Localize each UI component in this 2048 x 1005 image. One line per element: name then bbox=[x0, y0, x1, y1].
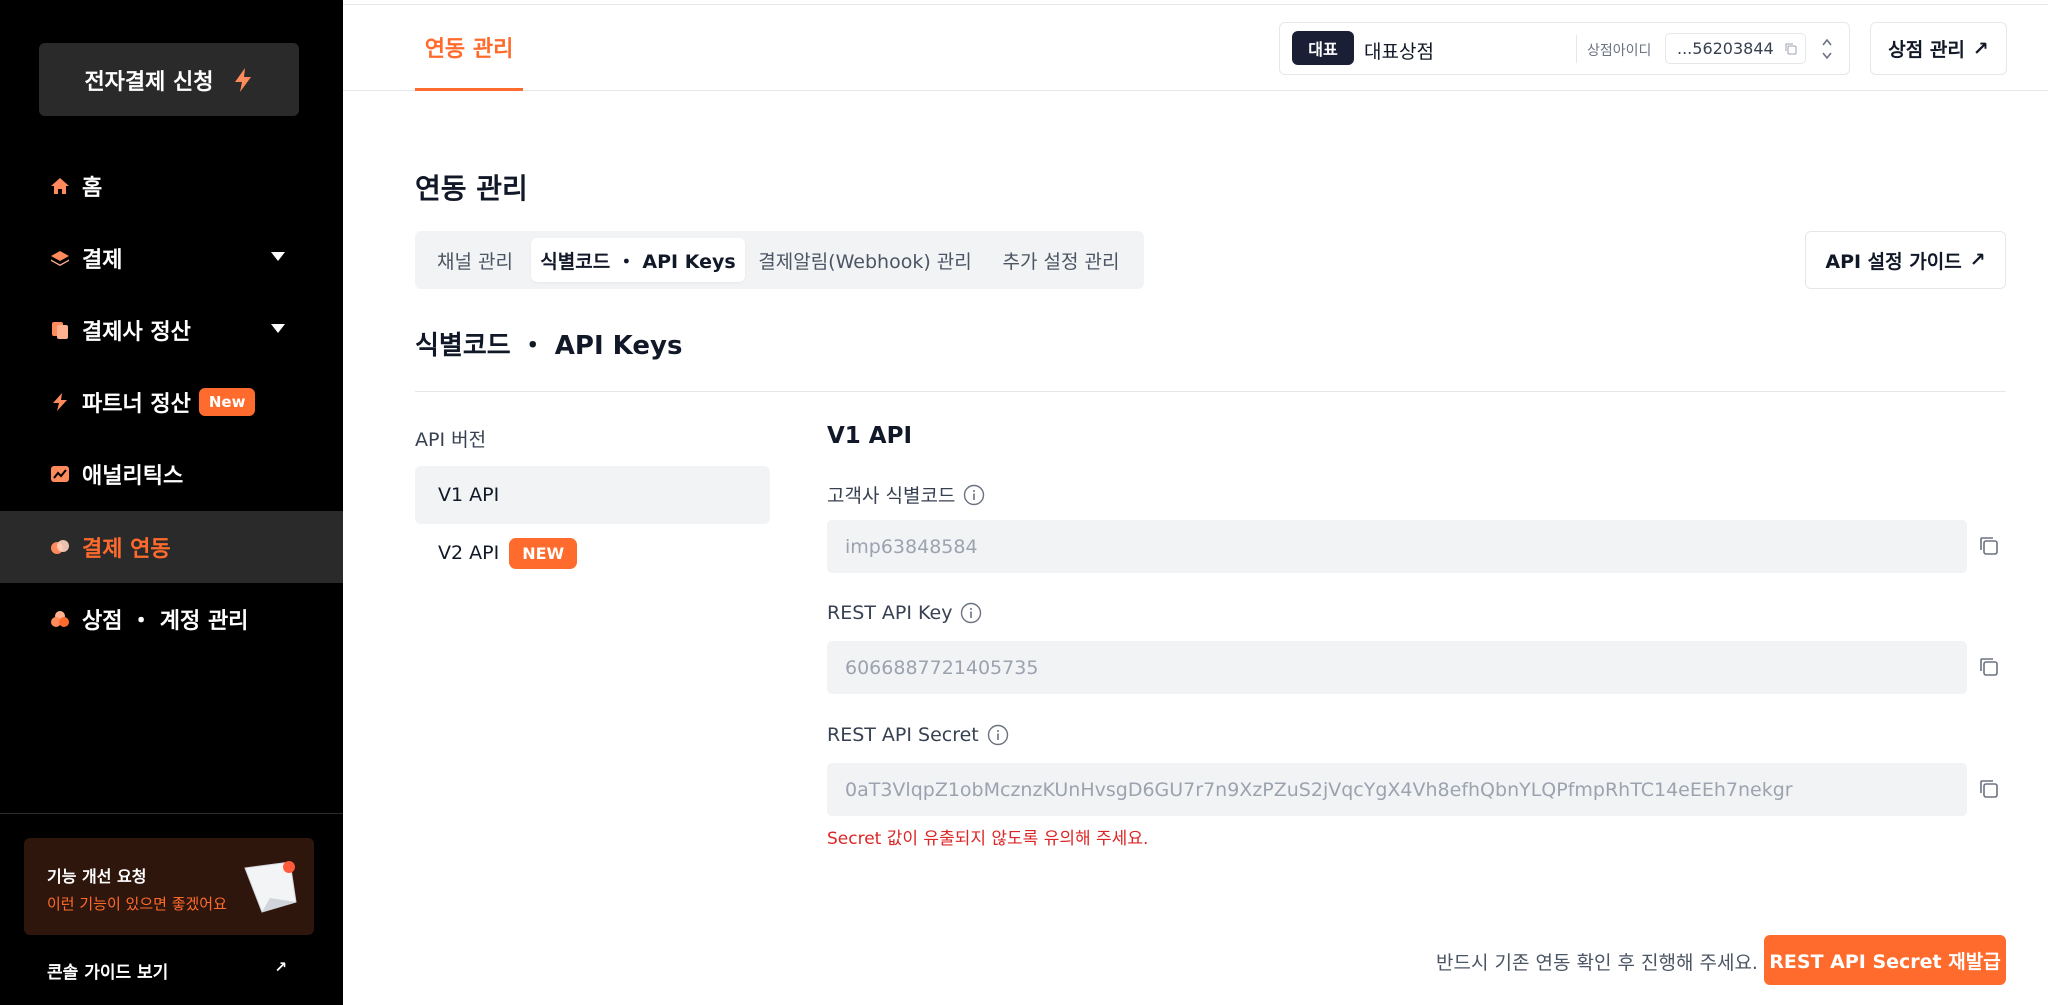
sidebar-item-store-account[interactable]: 상점 ・ 계정 관리 bbox=[0, 583, 343, 655]
feature-request-title: 기능 개선 요청 bbox=[47, 867, 147, 886]
representative-badge: 대표 bbox=[1292, 31, 1354, 65]
external-link-icon: ↗ bbox=[1972, 37, 1989, 60]
tab-integration-management[interactable]: 연동 관리 bbox=[415, 5, 523, 91]
bolt-icon bbox=[234, 67, 251, 92]
rest-api-key-field[interactable]: 6066887721405735 bbox=[827, 641, 1967, 694]
top-bar: 연동 관리 대표 대표상점 상점아이디 ...56203844 상점 관리 ↗ bbox=[343, 5, 2048, 91]
store-id-value: ...56203844 bbox=[1677, 39, 1774, 58]
store-name: 대표상점 bbox=[1364, 41, 1434, 63]
rest-api-secret-label: REST API Secret bbox=[827, 724, 1009, 746]
section-divider bbox=[415, 391, 2006, 392]
documents-icon bbox=[50, 320, 70, 340]
settings-tabs: 채널 관리 식별코드 ・ API Keys 결제알림(Webhook) 관리 추… bbox=[415, 231, 1144, 289]
tab-webhook-management[interactable]: 결제알림(Webhook) 관리 bbox=[749, 238, 981, 282]
chevron-down-icon bbox=[271, 324, 285, 333]
sidebar: 전자결제 신청 홈 결제 결제사 정산 파트너 정산 New 애널리틱스 결제 … bbox=[0, 0, 343, 1005]
secret-warning: Secret 값이 유출되지 않도록 유의해 주세요. bbox=[827, 829, 1149, 849]
sidebar-item-analytics[interactable]: 애널리틱스 bbox=[0, 438, 343, 510]
sidebar-item-partner-settlement[interactable]: 파트너 정산 New bbox=[0, 366, 343, 438]
reissue-secret-button[interactable]: REST API Secret 재발급 bbox=[1764, 935, 2006, 985]
field-label-text: 고객사 식별코드 bbox=[827, 485, 956, 507]
info-icon[interactable] bbox=[960, 602, 982, 624]
apply-payment-label: 전자결제 신청 bbox=[84, 69, 214, 95]
feature-request-subtitle: 이런 기능이 있으면 좋겠어요 bbox=[47, 895, 227, 913]
store-icon bbox=[50, 609, 70, 629]
sidebar-item-settlement[interactable]: 결제사 정산 bbox=[0, 294, 343, 366]
store-manage-button[interactable]: 상점 관리 ↗ bbox=[1870, 22, 2007, 75]
field-label-text: REST API Key bbox=[827, 602, 953, 624]
merchant-code-label: 고객사 식별코드 bbox=[827, 481, 985, 508]
section-title: 식별코드 ・ API Keys bbox=[415, 331, 683, 361]
reissue-note: 반드시 기존 연동 확인 후 진행해 주세요. bbox=[1436, 952, 1758, 974]
sidebar-item-home[interactable]: 홈 bbox=[0, 150, 343, 222]
tab-api-keys[interactable]: 식별코드 ・ API Keys bbox=[531, 238, 745, 282]
sticky-note-icon bbox=[244, 861, 297, 913]
api-guide-button[interactable]: API 설정 가이드 ↗ bbox=[1805, 231, 2006, 289]
store-selector[interactable]: 대표 대표상점 상점아이디 ...56203844 bbox=[1279, 22, 1850, 75]
version-label: V2 API bbox=[438, 542, 500, 564]
version-item-v2[interactable]: V2 API NEW bbox=[415, 524, 770, 582]
api-guide-label: API 설정 가이드 bbox=[1825, 250, 1962, 273]
external-link-icon: ↗ bbox=[274, 958, 287, 976]
layers-icon bbox=[50, 248, 70, 268]
sidebar-divider bbox=[0, 813, 343, 814]
store-manage-label: 상점 관리 bbox=[1888, 39, 1965, 61]
sidebar-item-label: 상점 ・ 계정 관리 bbox=[82, 609, 249, 634]
tab-additional-settings[interactable]: 추가 설정 관리 bbox=[985, 238, 1137, 282]
console-guide-label: 콘솔 가이드 보기 bbox=[47, 963, 169, 983]
sidebar-item-payment[interactable]: 결제 bbox=[0, 222, 343, 294]
sidebar-item-label: 애널리틱스 bbox=[82, 464, 184, 489]
info-icon[interactable] bbox=[963, 484, 985, 506]
info-icon[interactable] bbox=[987, 724, 1009, 746]
tab-channel-management[interactable]: 채널 관리 bbox=[423, 238, 527, 282]
chart-icon bbox=[50, 464, 70, 484]
home-icon bbox=[50, 176, 70, 196]
copy-icon[interactable] bbox=[1978, 656, 2000, 678]
rest-api-key-label: REST API Key bbox=[827, 602, 982, 624]
api-version-label: API 버전 bbox=[415, 429, 487, 451]
new-badge: New bbox=[198, 388, 256, 416]
version-label: V1 API bbox=[438, 484, 500, 506]
console-guide-link[interactable]: 콘솔 가이드 보기 ↗ bbox=[47, 958, 287, 983]
link-icon bbox=[50, 537, 70, 557]
up-down-chevron-icon bbox=[1822, 38, 1832, 60]
store-id-box: ...56203844 bbox=[1665, 33, 1806, 64]
sidebar-item-label: 결제 연동 bbox=[82, 537, 171, 562]
copy-icon[interactable] bbox=[1785, 43, 1797, 55]
copy-icon[interactable] bbox=[1978, 778, 2000, 800]
sidebar-item-label: 홈 bbox=[82, 176, 103, 201]
chevron-down-icon bbox=[271, 252, 285, 261]
store-id-label: 상점아이디 bbox=[1587, 43, 1652, 59]
version-item-v1[interactable]: V1 API bbox=[415, 466, 770, 524]
v1-api-title: V1 API bbox=[827, 423, 913, 449]
sidebar-item-label: 결제사 정산 bbox=[82, 320, 191, 345]
merchant-code-field[interactable]: imp63848584 bbox=[827, 520, 1967, 573]
rest-api-secret-field[interactable]: 0aT3VlqpZ1obMcznzKUnHvsgD6GU7r7n9XzPZuS2… bbox=[827, 763, 1967, 816]
feature-request-card[interactable]: 기능 개선 요청 이런 기능이 있으면 좋겠어요 bbox=[24, 838, 314, 935]
sidebar-item-payment-integration[interactable]: 결제 연동 bbox=[0, 511, 343, 583]
bolt-icon bbox=[50, 392, 70, 412]
new-badge: NEW bbox=[509, 537, 578, 569]
sidebar-item-label: 결제 bbox=[82, 248, 123, 273]
external-link-icon: ↗ bbox=[1969, 249, 1986, 271]
page-title: 연동 관리 bbox=[415, 172, 528, 205]
sidebar-item-label: 파트너 정산 bbox=[82, 392, 191, 417]
copy-icon[interactable] bbox=[1978, 535, 2000, 557]
apply-payment-button[interactable]: 전자결제 신청 bbox=[39, 43, 299, 116]
field-label-text: REST API Secret bbox=[827, 724, 979, 746]
store-separator bbox=[1576, 35, 1577, 63]
